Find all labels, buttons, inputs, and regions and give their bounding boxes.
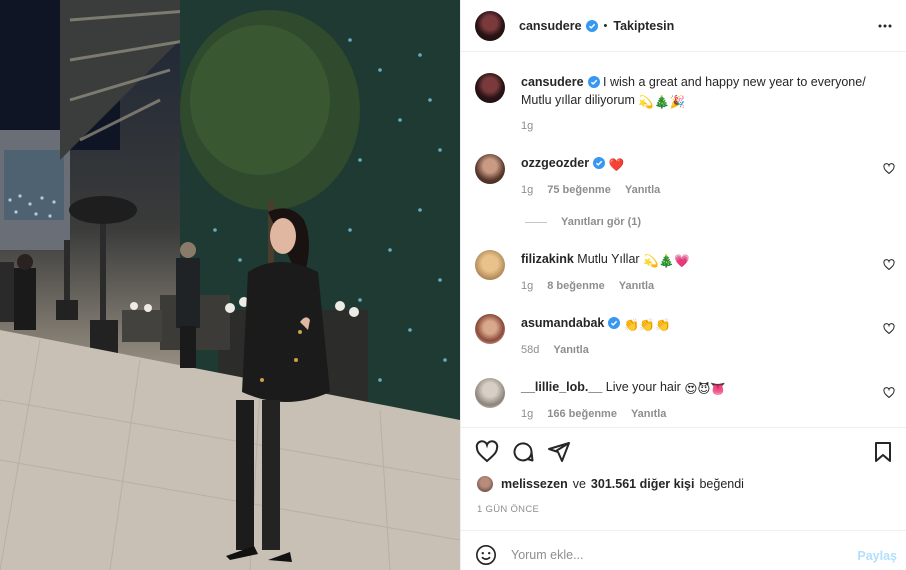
verified-badge-icon bbox=[587, 76, 600, 88]
comment-meta: 1g 8 beğenme Yanıtla bbox=[521, 280, 668, 292]
comment-icon[interactable] bbox=[511, 440, 535, 464]
comment-meta: 58d Yanıtla bbox=[521, 344, 603, 356]
emoji-smile-icon[interactable] bbox=[475, 544, 497, 566]
likes-suffix: beğendi bbox=[699, 477, 744, 491]
comment-input[interactable] bbox=[511, 544, 831, 566]
view-replies-button[interactable]: Yanıtları gör (1) bbox=[525, 216, 641, 228]
comment-time[interactable]: 58d bbox=[521, 344, 539, 356]
verified-badge-icon bbox=[593, 157, 606, 169]
avatar[interactable] bbox=[475, 73, 505, 103]
following-button[interactable]: Takiptesin bbox=[613, 19, 674, 33]
verified-badge-icon bbox=[585, 19, 598, 32]
comment-time[interactable]: 1g bbox=[521, 408, 533, 420]
caption-meta: 1g bbox=[521, 120, 547, 132]
caption-username[interactable]: cansudere bbox=[521, 75, 584, 89]
post-date[interactable]: 1 GÜN ÖNCE bbox=[477, 504, 539, 515]
comments-list[interactable]: cansudere I wish a great and happy new y… bbox=[461, 53, 906, 427]
comment-body: asumandabak 👏👏👏 bbox=[521, 314, 871, 334]
likes-others-link[interactable]: 301.561 diğer kişi bbox=[591, 477, 695, 491]
bookmark-icon[interactable] bbox=[871, 440, 895, 464]
header-user: cansudere • Takiptesin bbox=[519, 19, 674, 33]
comment-likes[interactable]: 75 beğenme bbox=[547, 184, 611, 196]
avatar[interactable] bbox=[475, 154, 505, 184]
comment-text: Mutlu Yıllar bbox=[577, 252, 640, 266]
view-replies-label: Yanıtları gör (1) bbox=[561, 216, 642, 228]
instagram-post: cansudere • Takiptesin cansudere I wish … bbox=[0, 0, 906, 570]
comment-time[interactable]: 1g bbox=[521, 280, 533, 292]
avatar[interactable] bbox=[477, 476, 493, 492]
reply-button[interactable]: Yanıtla bbox=[619, 280, 654, 292]
comment-emojis: ❤️ bbox=[608, 158, 625, 172]
separator-dot: • bbox=[603, 19, 608, 32]
comment-text: Live your hair bbox=[605, 380, 681, 394]
comment-username[interactable]: ozzgeozder bbox=[521, 156, 589, 170]
liker-username[interactable]: melissezen bbox=[501, 477, 568, 491]
comment-body: ozzgeozder ❤️ bbox=[521, 154, 871, 174]
avatar[interactable] bbox=[475, 10, 505, 41]
action-bar bbox=[461, 427, 906, 473]
replies-divider bbox=[525, 221, 547, 223]
comment-likes[interactable]: 166 beğenme bbox=[547, 408, 617, 420]
comment-body: __lillie_lob.__ Live your hair 😍😈👅 bbox=[521, 378, 871, 398]
comment-emojis: 👏👏👏 bbox=[623, 318, 671, 332]
avatar[interactable] bbox=[475, 378, 505, 408]
comment-like-heart-icon[interactable] bbox=[883, 259, 895, 271]
more-horizontal-icon[interactable] bbox=[877, 18, 893, 34]
header-username[interactable]: cansudere bbox=[519, 19, 582, 33]
street-night-photo bbox=[0, 0, 460, 570]
post-header: cansudere • Takiptesin bbox=[461, 0, 906, 52]
comment-body: filizakink Mutlu Yıllar 💫🎄💗 bbox=[521, 250, 871, 270]
likes-summary: melissezen ve 301.561 diğer kişi beğendi bbox=[477, 476, 749, 492]
reply-button[interactable]: Yanıtla bbox=[625, 184, 660, 196]
post-photo[interactable] bbox=[0, 0, 460, 570]
comment-username[interactable]: asumandabak bbox=[521, 316, 604, 330]
comment-emojis: 😍😈👅 bbox=[684, 382, 726, 396]
add-comment-bar: Paylaş bbox=[461, 530, 906, 570]
comment-like-heart-icon[interactable] bbox=[883, 323, 895, 335]
heart-icon[interactable] bbox=[475, 440, 499, 464]
post-comment-button[interactable]: Paylaş bbox=[857, 549, 897, 563]
comment-likes[interactable]: 8 beğenme bbox=[547, 280, 604, 292]
comment-meta: 1g 166 beğenme Yanıtla bbox=[521, 408, 680, 420]
comment-emojis: 💫🎄💗 bbox=[643, 254, 690, 268]
reply-button[interactable]: Yanıtla bbox=[553, 344, 588, 356]
caption-body: cansudere I wish a great and happy new y… bbox=[521, 73, 871, 111]
comment-username[interactable]: filizakink bbox=[521, 252, 574, 266]
avatar[interactable] bbox=[475, 314, 505, 344]
post-side-panel: cansudere • Takiptesin cansudere I wish … bbox=[460, 0, 906, 570]
reply-button[interactable]: Yanıtla bbox=[631, 408, 666, 420]
caption-time[interactable]: 1g bbox=[521, 120, 533, 132]
comment-meta: 1g 75 beğenme Yanıtla bbox=[521, 184, 674, 196]
avatar[interactable] bbox=[475, 250, 505, 280]
comment-time[interactable]: 1g bbox=[521, 184, 533, 196]
verified-badge-icon bbox=[608, 317, 621, 329]
caption-emojis: 💫🎄🎉 bbox=[638, 95, 686, 109]
comment-like-heart-icon[interactable] bbox=[883, 387, 895, 399]
likes-conjunction: ve bbox=[572, 477, 586, 491]
send-icon[interactable] bbox=[547, 440, 571, 464]
comment-username[interactable]: __lillie_lob.__ bbox=[521, 380, 602, 394]
comment-like-heart-icon[interactable] bbox=[883, 163, 895, 175]
